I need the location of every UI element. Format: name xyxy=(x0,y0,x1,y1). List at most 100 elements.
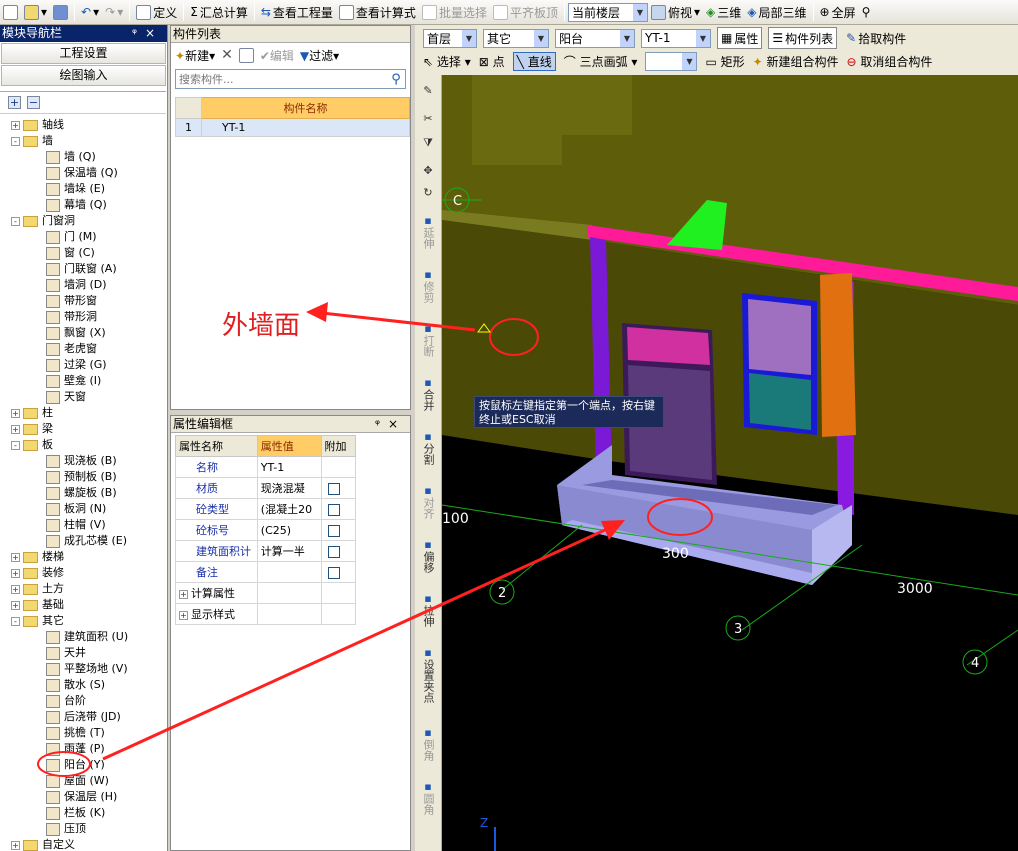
save-button[interactable] xyxy=(50,1,71,23)
tree-item[interactable]: 过梁 (G) xyxy=(0,357,166,373)
tree-item[interactable]: 散水 (S) xyxy=(0,677,166,693)
tree-item[interactable]: - 其它 xyxy=(0,613,166,629)
3d-viewport[interactable]: C 2 3 4 3000 300 100 Z xyxy=(442,75,1018,851)
summary-calc-button[interactable]: Σ 汇总计算 xyxy=(187,1,251,23)
tool-0[interactable]: ▪ 延伸 xyxy=(417,215,439,250)
tree-item[interactable]: 窗 (C) xyxy=(0,245,166,261)
edit-button[interactable]: ✔编辑 xyxy=(260,47,294,64)
expand-icon[interactable]: + xyxy=(11,840,20,850)
tree-item[interactable]: 螺旋板 (B) xyxy=(0,485,166,501)
tree-item[interactable]: 带形窗 xyxy=(0,293,166,309)
tool-5[interactable]: ▪ 对齐 xyxy=(417,485,439,520)
top-view-button[interactable]: 俯视 ▾ xyxy=(648,1,703,23)
property-group-row[interactable]: + 显示样式 xyxy=(175,603,356,625)
current-floor-select[interactable]: 当前楼层 ▼ xyxy=(567,2,648,22)
attributes-toggle[interactable]: ▦ 属性 xyxy=(717,27,763,49)
tree-item[interactable]: + 装修 xyxy=(0,565,166,581)
tool-8[interactable]: ▪ 设置夹点 xyxy=(417,647,439,704)
tree-item[interactable]: 墙洞 (D) xyxy=(0,277,166,293)
component-list-toggle[interactable]: ☰ 构件列表 xyxy=(768,27,838,49)
drawing-input-button[interactable]: 绘图输入 xyxy=(1,65,166,86)
tree-item[interactable]: 预制板 (B) xyxy=(0,469,166,485)
tree-item[interactable]: 幕墙 (Q) xyxy=(0,197,166,213)
component-select[interactable]: YT-1 ▼ xyxy=(641,28,711,48)
define-button[interactable]: 定义 xyxy=(133,1,180,23)
line-button[interactable]: ╲ 直线 xyxy=(512,52,556,71)
tree-item[interactable]: 屋面 (W) xyxy=(0,773,166,789)
expand-icon[interactable]: + xyxy=(11,568,20,578)
tool-1[interactable]: ▪ 修剪 xyxy=(417,269,439,304)
select-button[interactable]: ⇖ 选择 ▾ xyxy=(423,53,471,70)
tree-item[interactable]: + 自定义 xyxy=(0,837,166,851)
tree-item[interactable]: 带形洞 xyxy=(0,309,166,325)
tool-3[interactable]: ▪ 合并 xyxy=(417,377,439,412)
tree-item[interactable]: 压顶 xyxy=(0,821,166,837)
3d-button[interactable]: ◈ 三维 xyxy=(703,1,744,23)
property-group-row[interactable]: + 计算属性 xyxy=(175,582,356,604)
point-button[interactable]: ⊠ 点 xyxy=(479,53,505,70)
floor-select[interactable]: 首层 ▼ xyxy=(423,28,477,48)
copy-icon[interactable] xyxy=(238,47,254,63)
tree-item[interactable]: 建筑面积 (U) xyxy=(0,629,166,645)
expand-icon[interactable]: + xyxy=(11,552,20,562)
collapse-icon[interactable]: - xyxy=(11,440,20,450)
checkbox[interactable] xyxy=(327,482,340,495)
tree-item[interactable]: 保温层 (H) xyxy=(0,789,166,805)
collapse-icon[interactable]: - xyxy=(11,136,20,146)
tool-7[interactable]: ▪ 拉伸 xyxy=(417,593,439,628)
property-row[interactable]: 砼类型 (混凝土20 xyxy=(175,498,356,520)
delete-icon[interactable]: ✕ xyxy=(221,47,233,63)
tree-item[interactable]: 墙垛 (E) xyxy=(0,181,166,197)
fullscreen-button[interactable]: ⊕ 全屏 xyxy=(817,1,859,23)
tree-item[interactable]: 天窗 xyxy=(0,389,166,405)
tree-item[interactable]: -板 xyxy=(0,437,166,453)
tree-item[interactable]: 保温墙 (Q) xyxy=(0,165,166,181)
tree-item[interactable]: 门联窗 (A) xyxy=(0,261,166,277)
tool-6[interactable]: ▪ 偏移 xyxy=(417,539,439,574)
tree-item[interactable]: 现浇板 (B) xyxy=(0,453,166,469)
property-value[interactable]: (混凝土20 xyxy=(256,498,322,520)
arc-mode-select[interactable]: ▼ xyxy=(645,52,698,71)
checkbox[interactable] xyxy=(327,566,340,579)
mirror-icon[interactable]: ⧩ xyxy=(417,137,439,149)
tree-item[interactable]: 天井 xyxy=(0,645,166,661)
property-value[interactable]: (C25) xyxy=(256,519,322,541)
tool-9[interactable]: ▪ 倒角 xyxy=(417,727,439,762)
table-row[interactable]: 1 YT-1 xyxy=(175,118,410,137)
component-search-input[interactable]: 搜索构件... ⚲ xyxy=(175,69,406,89)
tool-2[interactable]: ▪ 打断 xyxy=(417,323,439,358)
cancel-group-button[interactable]: ⊖ 取消组合构件 xyxy=(847,53,933,70)
search-icon[interactable]: ⚲ xyxy=(387,72,405,87)
property-row[interactable]: 建筑面积计 计算一半 xyxy=(175,540,356,562)
rectangle-button[interactable]: ▭ 矩形 xyxy=(705,53,744,70)
type-select[interactable]: 其它 ▼ xyxy=(483,28,549,48)
tree-item[interactable]: + 轴线 xyxy=(0,117,166,133)
tool-10[interactable]: ▪ 圆角 xyxy=(417,781,439,816)
tree-item[interactable]: + 楼梯 xyxy=(0,549,166,565)
collapse-all-icon[interactable]: − xyxy=(27,96,40,109)
flush-slab-button[interactable]: 平齐板顶 xyxy=(490,1,561,23)
batch-select-button[interactable]: 批量选择 xyxy=(419,1,490,23)
tree-item[interactable]: 后浇带 (JD) xyxy=(0,709,166,725)
tree-item[interactable]: + 基础 xyxy=(0,597,166,613)
more-button[interactable]: ⚲ xyxy=(859,1,874,23)
new-component-button[interactable]: ✦新建▾ xyxy=(175,47,215,64)
arc-button[interactable]: ⌒ 三点画弧 ▾ xyxy=(564,53,638,70)
tool-4[interactable]: ▪ 分割 xyxy=(417,431,439,466)
pin-close-icons[interactable]: ᵠ× xyxy=(132,25,163,42)
property-value[interactable]: YT-1 xyxy=(256,456,322,478)
tree-item[interactable]: 平整场地 (V) xyxy=(0,661,166,677)
tree-item[interactable]: 成孔芯模 (E) xyxy=(0,533,166,549)
property-row[interactable]: 材质 现浇混凝 xyxy=(175,477,356,499)
tree-item[interactable]: 柱帽 (V) xyxy=(0,517,166,533)
property-value[interactable]: 现浇混凝 xyxy=(256,477,322,499)
property-row[interactable]: 名称 YT-1 xyxy=(175,456,356,478)
collapse-icon[interactable]: - xyxy=(11,216,20,226)
tree-item[interactable]: 挑檐 (T) xyxy=(0,725,166,741)
move-icon[interactable]: ✥ xyxy=(417,165,439,177)
tree-item[interactable]: 阳台 (Y) xyxy=(0,757,166,773)
tree-item[interactable]: 台阶 xyxy=(0,693,166,709)
expand-icon[interactable]: + xyxy=(11,584,20,594)
open-file-button[interactable]: ▾ xyxy=(21,1,50,23)
project-settings-button[interactable]: 工程设置 xyxy=(1,43,166,64)
